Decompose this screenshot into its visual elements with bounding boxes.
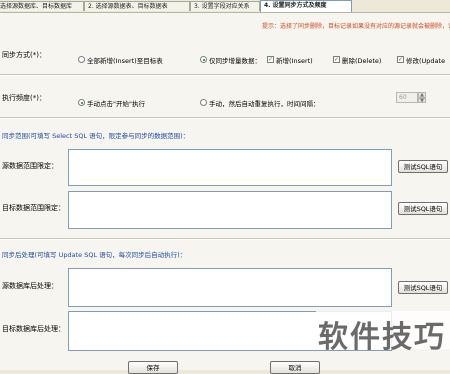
divider (0, 117, 450, 119)
source-range-sql-input[interactable] (68, 149, 392, 186)
target-range-label: 目标数据范围限定： (2, 204, 65, 212)
radio-full-insert[interactable]: 全部新增(Insert)至目标表 (78, 49, 163, 68)
radio-auto-repeat[interactable]: 手动，然后自动重复执行，时间间隔： (200, 92, 320, 111)
warning-hint: 提示：选择了同步删除，目标记录如果没有对应的源记录就会被删除，请对应 (262, 23, 450, 30)
tab-select-database[interactable]: 选择源数据库、目标数据库 (0, 1, 84, 11)
radio-selected-icon (78, 99, 85, 106)
radio-manual[interactable]: 手动点击"开始"执行 (78, 92, 145, 111)
checkmark-icon: ✓ (333, 56, 340, 63)
spin-down-icon[interactable]: ▼ (418, 98, 426, 104)
target-post-label: 目标数据库后处理： (2, 325, 65, 333)
checkbox-delete[interactable]: ✓ 删除(Delete) (333, 49, 381, 68)
checkbox-update[interactable]: ✓ 修改(Update (397, 49, 445, 68)
source-post-label: 源数据库后处理： (2, 282, 58, 290)
test-source-post-sql-button[interactable]: 测试SQL语句 (398, 281, 448, 294)
interval-input[interactable]: 60 (396, 92, 418, 103)
radio-circle-icon (200, 99, 207, 106)
checkbox-insert[interactable]: ✓ 新增(Insert) (267, 49, 313, 68)
source-post-sql-input[interactable] (68, 268, 392, 307)
radio-circle-icon (78, 56, 85, 63)
tab-bar: 选择源数据库、目标数据库 2. 选择源数据表、目标数据表 3. 设置字段对应关系… (0, 0, 450, 12)
watermark-text: 软件技巧 (318, 320, 446, 355)
range-group-title: 同步范围(可填写 Select SQL 语句，限定参与同步的数据范围)： (2, 132, 190, 140)
checkmark-icon: ✓ (267, 56, 274, 63)
frequency-label: 执行频度(*)： (2, 94, 46, 102)
target-range-sql-input[interactable] (68, 191, 392, 229)
save-button[interactable]: 保存 (128, 361, 178, 374)
test-source-range-sql-button[interactable]: 测试SQL语句 (398, 160, 448, 173)
post-group-title: 同步后处理(可填写 Update SQL 语句，每次同步后自动执行)： (2, 251, 187, 259)
tab-field-mapping[interactable]: 3. 设置字段对应关系 (190, 1, 260, 11)
radio-incremental[interactable]: 仅同步增量数据： (200, 49, 261, 68)
tab-sync-mode[interactable]: 4. 设置同步方式及频度 (260, 0, 352, 12)
tab-select-tables[interactable]: 2. 选择源数据表、目标数据表 (84, 1, 190, 11)
cancel-button[interactable]: 取消 (270, 361, 320, 374)
sync-mode-label: 同步方式(*)： (2, 51, 46, 59)
checkmark-icon: ✓ (397, 56, 404, 63)
divider (0, 74, 450, 76)
divider (0, 238, 450, 240)
test-target-range-sql-button[interactable]: 测试SQL语句 (398, 202, 448, 215)
source-range-label: 源数据范围限定： (2, 162, 58, 170)
radio-selected-icon (200, 56, 207, 63)
